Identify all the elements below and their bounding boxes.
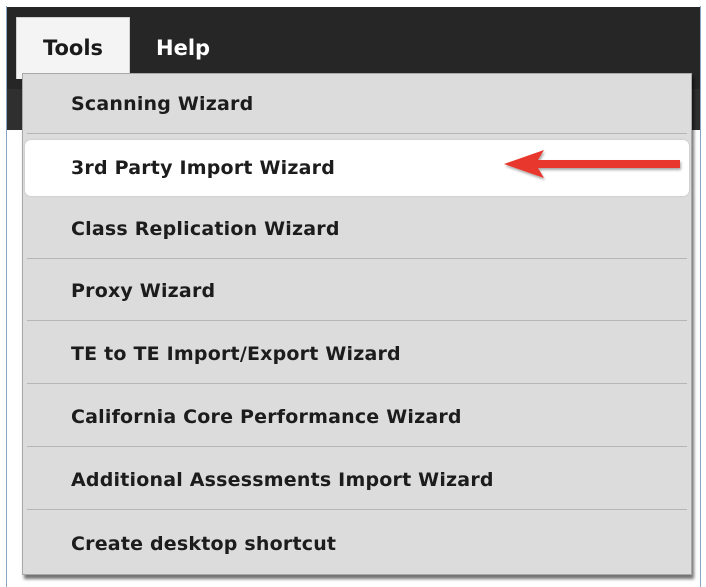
menu-item-create-desktop-shortcut[interactable]: Create desktop shortcut — [27, 514, 687, 573]
menu-item-class-replication-wizard[interactable]: Class Replication Wizard — [27, 200, 687, 259]
menu-item-california-core-performance-wizard[interactable]: California Core Performance Wizard — [27, 388, 687, 447]
menu-item-proxy-wizard[interactable]: Proxy Wizard — [27, 262, 687, 321]
menu-tools[interactable]: Tools — [16, 17, 130, 79]
menu-item-scanning-wizard[interactable]: Scanning Wizard — [27, 75, 687, 134]
red-arrow-left-icon — [504, 150, 680, 178]
menu-item-additional-assessments-import-wizard[interactable]: Additional Assessments Import Wizard — [27, 451, 687, 510]
menu-item-te-to-te-import-export-wizard[interactable]: TE to TE Import/Export Wizard — [27, 325, 687, 384]
menu-help[interactable]: Help — [148, 17, 218, 79]
